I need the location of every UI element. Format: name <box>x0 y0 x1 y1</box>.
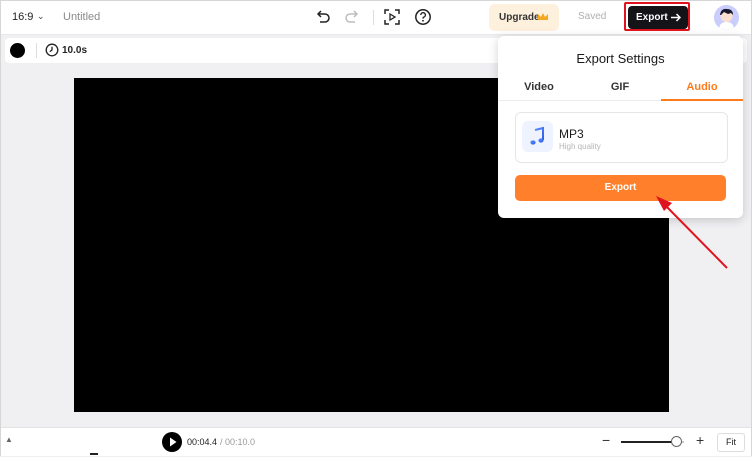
document-title[interactable]: Untitled <box>63 11 100 23</box>
tab-audio[interactable]: Audio <box>662 81 742 93</box>
crown-icon <box>538 13 548 20</box>
playback-bar: ▲ 00:04.4 / 00:10.0 − + Fit <box>1 427 751 456</box>
chevron-down-icon: ⌄ <box>37 11 45 21</box>
avatar[interactable] <box>714 5 739 30</box>
format-option-mp3[interactable]: MP3 High quality <box>515 112 728 163</box>
help-icon[interactable] <box>414 8 432 26</box>
format-name: MP3 <box>559 127 584 141</box>
upgrade-button[interactable]: Upgrade <box>489 4 559 31</box>
timeline-marker-icon: ▲ <box>5 435 13 444</box>
play-button[interactable] <box>162 432 182 452</box>
panel-export-button[interactable]: Export <box>515 175 726 201</box>
aspect-ratio-selector[interactable]: 16:9 ⌄ <box>12 11 45 23</box>
total-time: / 00:10.0 <box>220 437 256 447</box>
format-quality: High quality <box>559 142 601 151</box>
clock-icon[interactable] <box>45 43 59 62</box>
saved-status: Saved <box>578 11 607 22</box>
preview-icon[interactable] <box>383 8 401 26</box>
timeline-ruler-mark <box>90 453 98 455</box>
active-tab-indicator <box>661 99 743 101</box>
current-time: 00:04.4 <box>187 437 218 447</box>
duration-value[interactable]: 10.0s <box>62 45 87 56</box>
export-button-highlight <box>624 2 690 31</box>
zoom-in-button[interactable]: + <box>696 432 704 448</box>
play-icon <box>170 437 177 447</box>
toolbar-divider <box>36 43 37 58</box>
zoom-out-button[interactable]: − <box>602 432 610 448</box>
undo-icon[interactable] <box>314 8 332 26</box>
music-note-icon <box>522 121 553 152</box>
aspect-ratio-label: 16:9 <box>12 11 34 23</box>
zoom-slider-handle[interactable] <box>671 436 682 447</box>
tab-video[interactable]: Video <box>499 81 579 93</box>
upgrade-label: Upgrade <box>499 12 540 23</box>
export-settings-panel: Export Settings Video GIF Audio MP3 High… <box>498 36 743 218</box>
redo-icon[interactable] <box>343 8 361 26</box>
fit-button[interactable]: Fit <box>717 433 745 452</box>
panel-title: Export Settings <box>576 51 665 66</box>
tab-gif[interactable]: GIF <box>580 81 660 93</box>
toolbar-divider <box>373 10 374 25</box>
background-color-swatch[interactable] <box>10 43 25 58</box>
